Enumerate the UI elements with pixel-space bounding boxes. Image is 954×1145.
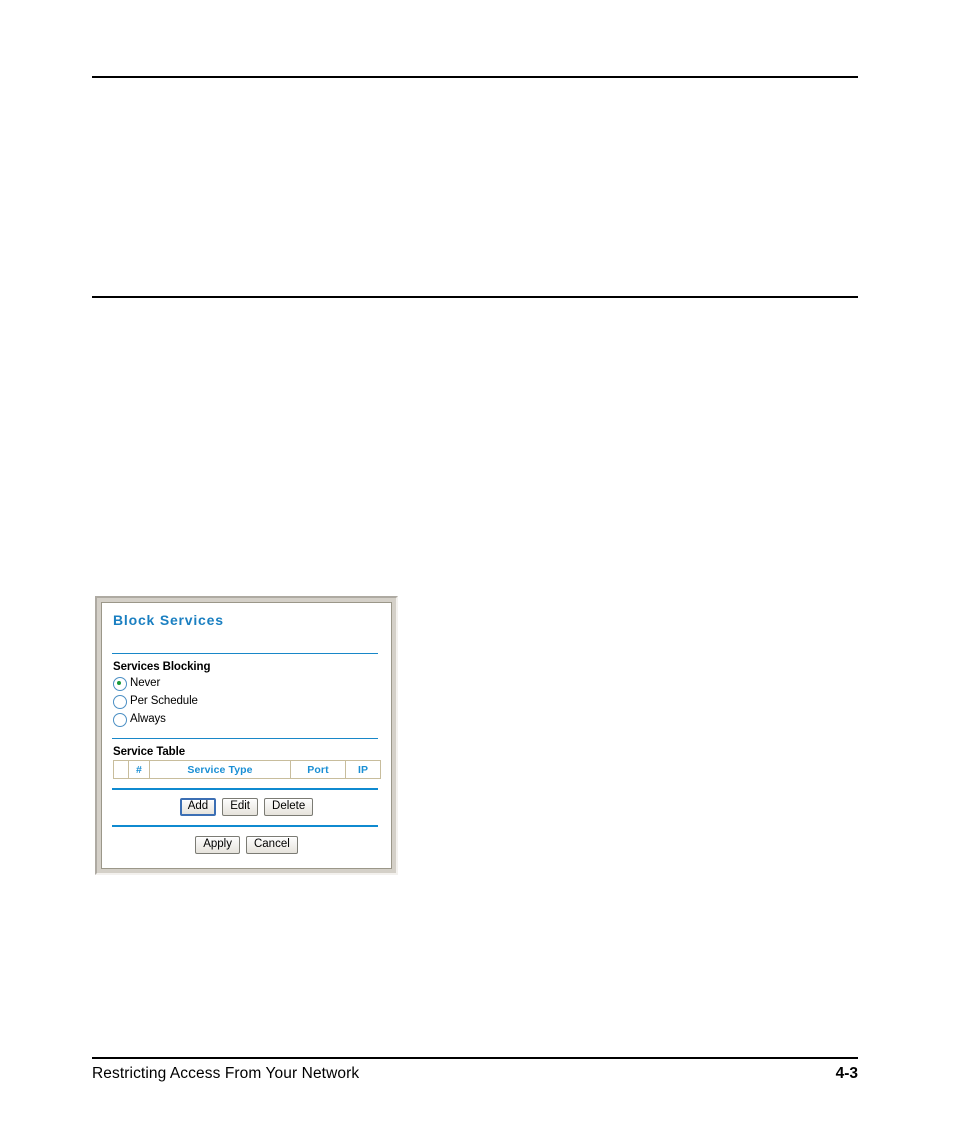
services-blocking-label: Services Blocking: [113, 661, 211, 673]
service-table-label: Service Table: [113, 746, 186, 758]
service-table-header-row: # Service Type Port IP: [113, 760, 381, 779]
page-rule-footer: [92, 1057, 858, 1059]
crud-button-row: Add Edit Delete: [112, 798, 381, 816]
action-button-row: Apply Cancel: [112, 836, 381, 854]
divider-under-table: [112, 788, 378, 790]
cancel-button[interactable]: Cancel: [245, 836, 298, 854]
block-services-dialog-frame: Block Services Services Blocking Never P…: [95, 596, 398, 875]
divider-under-crud: [112, 825, 378, 827]
page-footer: Restricting Access From Your Network 4-3: [92, 1060, 858, 1088]
page-rule-second: [92, 296, 858, 298]
radio-icon-never[interactable]: [113, 676, 127, 691]
column-header-service-type: Service Type: [149, 760, 291, 779]
apply-button[interactable]: Apply: [195, 836, 240, 854]
page-rule-top: [92, 76, 858, 78]
dialog-heading: Block Services: [113, 612, 224, 628]
add-button[interactable]: Add: [179, 798, 217, 816]
services-blocking-radio-group: Never Per Schedule Always: [113, 675, 381, 728]
edit-button[interactable]: Edit: [222, 798, 259, 816]
radio-option-never[interactable]: Never: [113, 675, 381, 692]
footer-page-number: 4-3: [835, 1065, 858, 1082]
delete-button[interactable]: Delete: [264, 798, 314, 816]
column-header-number: #: [128, 760, 150, 779]
divider-under-heading: [112, 653, 378, 654]
radio-option-always[interactable]: Always: [113, 711, 381, 728]
radio-option-per-schedule[interactable]: Per Schedule: [113, 693, 381, 710]
service-table: # Service Type Port IP: [113, 760, 381, 779]
radio-label-per-schedule: Per Schedule: [130, 695, 198, 707]
radio-icon-always[interactable]: [113, 712, 127, 727]
column-header-select: [113, 760, 129, 779]
block-services-dialog: Block Services Services Blocking Never P…: [101, 602, 392, 869]
radio-label-always: Always: [130, 713, 166, 725]
radio-label-never: Never: [130, 677, 161, 689]
column-header-ip: IP: [345, 760, 381, 779]
footer-chapter-title: Restricting Access From Your Network: [92, 1065, 360, 1082]
radio-icon-per-schedule[interactable]: [113, 694, 127, 709]
column-header-port: Port: [290, 760, 346, 779]
divider-under-radios: [112, 738, 378, 739]
